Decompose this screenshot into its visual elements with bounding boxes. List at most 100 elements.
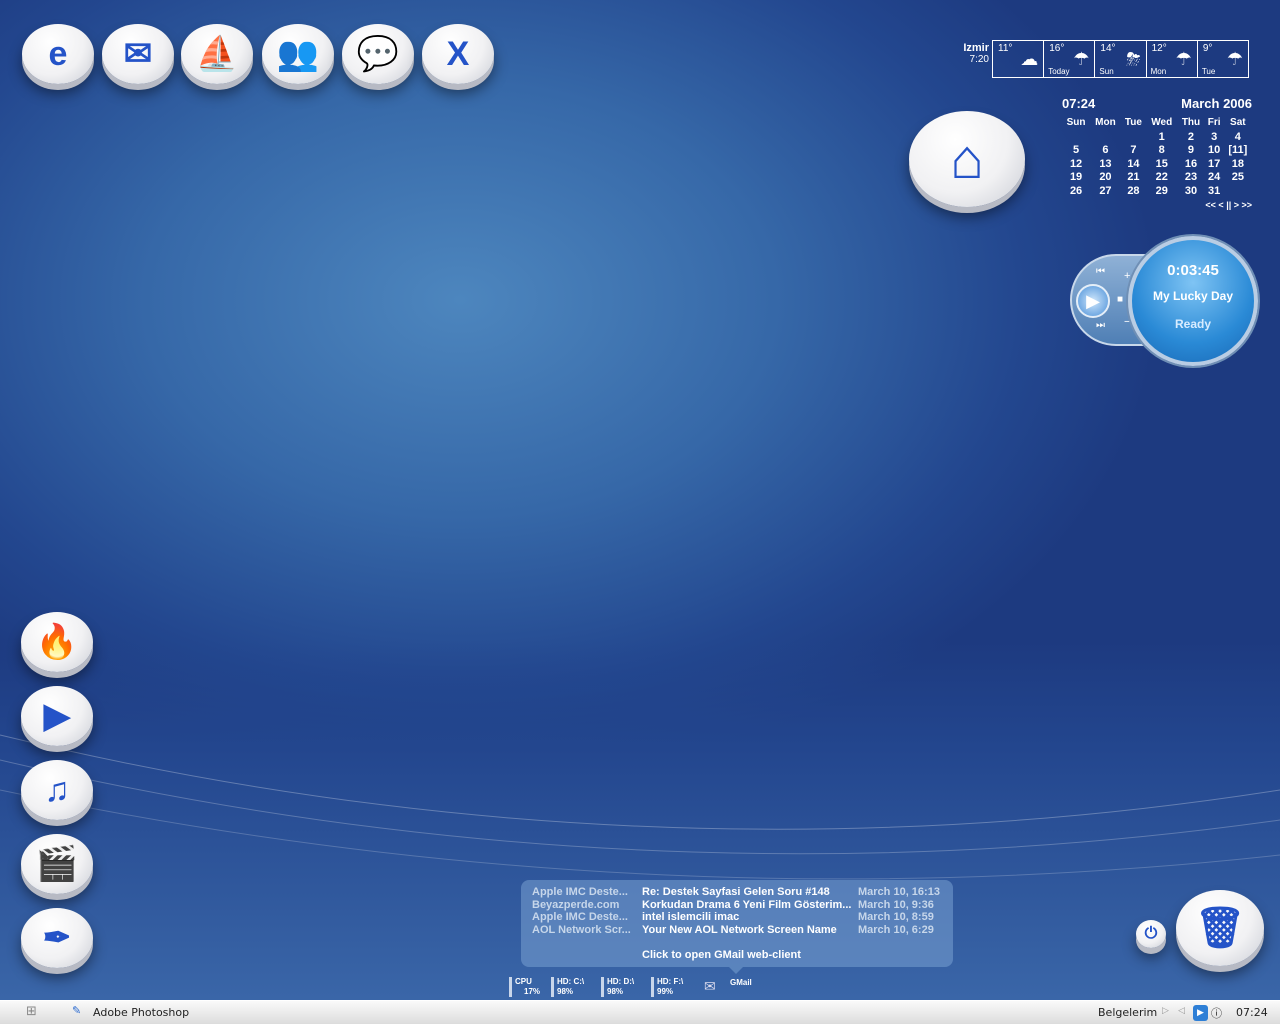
calendar-week: 26 27 28 29 30 31 — [1062, 184, 1252, 198]
temp: 14° — [1100, 43, 1116, 54]
weather-widget[interactable]: 11° ☁ 16° ☂ Today 14° ⛈ Sun 12° ☂ Mon 9° ☂ Tue — [992, 40, 1249, 78]
calendar-day[interactable]: 21 — [1121, 171, 1146, 185]
mail-date: March 10, 6:29 — [858, 924, 934, 937]
divx-button[interactable]: X — [422, 24, 494, 84]
mail-subject: Korkudan Drama 6 Yeni Film Gösterim... — [642, 898, 852, 911]
calendar-day[interactable]: 26 — [1062, 184, 1090, 198]
mail-item[interactable]: Apple IMC Deste... Re: Destek Sayfasi Gel… — [532, 886, 948, 899]
calendar-time: 07:24 — [1062, 96, 1096, 111]
internet-explorer-button[interactable]: e — [22, 24, 94, 84]
mail-item[interactable]: Apple IMC Deste... intel islemcili imac Ma… — [532, 911, 948, 924]
calendar-day[interactable]: 31 — [1205, 184, 1224, 198]
calendar-day[interactable]: 22 — [1146, 171, 1177, 185]
calendar-day[interactable] — [1121, 130, 1146, 144]
popup-pointer — [729, 967, 743, 974]
scroll-left-icon[interactable]: ◁ — [1178, 1006, 1185, 1016]
burn-button[interactable]: 🔥 — [21, 612, 93, 672]
calendar-day[interactable]: 2 — [1177, 130, 1204, 144]
calendar-day[interactable]: 18 — [1224, 157, 1252, 171]
calendar-day[interactable]: 9 — [1177, 144, 1204, 158]
bg-curve — [0, 759, 1280, 855]
media-player-display: 0:03:45 My Lucky Day Ready — [1128, 236, 1258, 366]
next-button[interactable]: ⏭ — [1096, 320, 1105, 331]
calendar-day[interactable]: 19 — [1062, 171, 1090, 185]
start-windows-icon[interactable]: ⊞ — [26, 1004, 37, 1019]
calendar-day[interactable] — [1090, 130, 1121, 144]
calendar-day[interactable]: [11] — [1224, 144, 1252, 158]
calendar-day[interactable]: 25 — [1224, 171, 1252, 185]
calendar-week: 5 6 7 8 9 10 [11] — [1062, 144, 1252, 158]
calendar-day[interactable]: 13 — [1090, 157, 1121, 171]
calendar-day[interactable]: 17 — [1205, 157, 1224, 171]
calendar-day[interactable]: 15 — [1146, 157, 1177, 171]
calendar-day[interactable]: 3 — [1205, 130, 1224, 144]
calendar-day[interactable]: 24 — [1205, 171, 1224, 185]
scroll-right-icon[interactable]: ▷ — [1162, 1006, 1169, 1016]
recycle-bin-button[interactable]: 🗑 — [1176, 890, 1264, 966]
power-button[interactable]: ⏻ — [1136, 920, 1166, 948]
chat-button[interactable]: 💬 — [342, 24, 414, 84]
music-icon: ♫ — [44, 771, 70, 809]
calendar-day[interactable]: 16 — [1177, 157, 1204, 171]
gmail-label[interactable]: GMail — [730, 978, 752, 987]
calendar-day[interactable] — [1224, 184, 1252, 198]
mail-date: March 10, 8:59 — [858, 911, 934, 924]
mail-from: Apple IMC Deste... — [532, 886, 628, 898]
calendar-day[interactable]: 30 — [1177, 184, 1204, 198]
home-button[interactable]: ⌂ — [909, 111, 1025, 207]
mail-button[interactable]: ✉ — [102, 24, 174, 84]
mail-date: March 10, 9:36 — [858, 898, 934, 911]
alert-tray-icon[interactable]: ⓘ — [1211, 1005, 1222, 1021]
calendar-day[interactable]: 14 — [1121, 157, 1146, 171]
quill-button[interactable]: ✒ — [21, 908, 93, 968]
weekday-header: Tue — [1124, 116, 1142, 128]
firefox-like-button[interactable]: ⛵ — [181, 24, 253, 84]
open-gmail-link[interactable]: Click to open GMail web-client — [642, 949, 801, 961]
weekday-header: Thu — [1181, 116, 1201, 128]
calendar-day[interactable]: 28 — [1121, 184, 1146, 198]
video-button[interactable]: 🎬 — [21, 834, 93, 894]
calendar-day[interactable]: 4 — [1224, 130, 1252, 144]
calendar-day[interactable]: 8 — [1146, 144, 1177, 158]
calendar-day[interactable]: 7 — [1121, 144, 1146, 158]
play-button[interactable]: ▶ — [1076, 284, 1110, 318]
calendar-day[interactable]: 12 — [1062, 157, 1090, 171]
calendar-day[interactable]: 29 — [1146, 184, 1177, 198]
music-button[interactable]: ♫ — [21, 760, 93, 820]
home-icon: ⌂ — [950, 127, 984, 190]
calendar-month: March 2006 — [1181, 96, 1252, 111]
gmail-envelope-icon[interactable]: ✉ — [704, 978, 716, 995]
weather-day: 14° ⛈ Sun — [1095, 41, 1147, 77]
calendar-day[interactable] — [1062, 130, 1090, 144]
mail-item[interactable]: AOL Network Scr... Your New AOL Network S… — [532, 924, 948, 937]
media-tray-icon[interactable]: ▶ — [1193, 1005, 1208, 1021]
calendar-day[interactable]: 20 — [1090, 171, 1121, 185]
calendar-nav[interactable]: << < || > >> — [1062, 200, 1252, 210]
power-icon: ⏻ — [1144, 925, 1158, 942]
chat-icon: 💬 — [356, 35, 400, 73]
system-stat: HD: F:\ 99% — [651, 977, 683, 997]
volume-up-button[interactable]: + — [1124, 270, 1130, 282]
weather-day: 9° ☂ Tue — [1198, 41, 1248, 77]
stop-button[interactable]: ■ — [1117, 294, 1123, 305]
calendar-day[interactable]: 10 — [1205, 144, 1224, 158]
player-status: Ready — [1174, 317, 1212, 331]
belgelerim-folder[interactable]: Belgelerim — [1098, 1006, 1157, 1019]
calendar-day[interactable]: 1 — [1146, 130, 1177, 144]
calendar-day[interactable]: 5 — [1062, 144, 1090, 158]
internet-explorer-icon: e — [48, 35, 68, 73]
media-player-button[interactable]: ▶ — [21, 686, 93, 746]
rain-icon: ☂ — [1175, 49, 1192, 69]
bg-curve — [0, 789, 1280, 880]
calendar-day[interactable]: 27 — [1090, 184, 1121, 198]
weather-day: 16° ☂ Today — [1044, 41, 1096, 77]
previous-button[interactable]: ⏮ — [1096, 266, 1105, 277]
mail-item[interactable]: Beyazperde.com Korkudan Drama 6 Yeni Film… — [532, 899, 948, 912]
messenger-button[interactable]: 👥 — [262, 24, 334, 84]
player-time: 0:03:45 — [1167, 262, 1219, 279]
calendar-day[interactable]: 23 — [1177, 171, 1204, 185]
stat-label: CPU — [515, 977, 532, 986]
taskbar-task[interactable]: Adobe Photoshop — [93, 1006, 189, 1019]
gmail-popup[interactable]: Apple IMC Deste... Re: Destek Sayfasi Gel… — [521, 880, 953, 974]
calendar-day[interactable]: 6 — [1090, 144, 1121, 158]
